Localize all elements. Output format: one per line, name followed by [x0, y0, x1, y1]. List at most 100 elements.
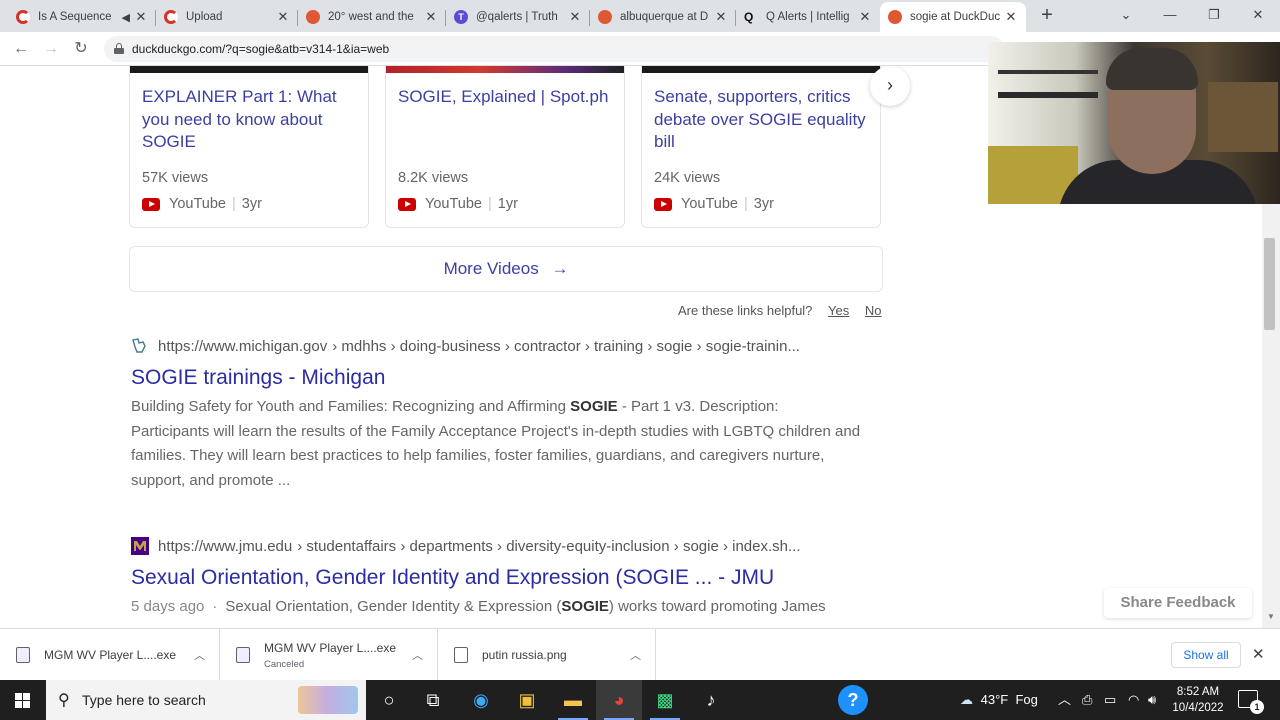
tab[interactable]: 20° west and the ✕	[298, 2, 446, 32]
forward-arrow-icon[interactable]: →	[38, 36, 64, 62]
tiktok-icon[interactable]: ♪	[688, 680, 734, 720]
file-explorer-icon[interactable]: ▬	[550, 680, 596, 720]
result-title-link[interactable]: Sexual Orientation, Gender Identity and …	[131, 566, 891, 590]
video-title[interactable]: EXPLAINER Part 1: What you need to know …	[142, 86, 360, 154]
close-icon[interactable]: ✕	[568, 9, 582, 25]
video-card[interactable]: Senate, supporters, critics debate over …	[641, 66, 881, 228]
video-age: 3yr	[241, 196, 262, 212]
restore-icon[interactable]: ❐	[1192, 0, 1236, 30]
video-thumbnail[interactable]	[130, 66, 368, 73]
video-card[interactable]: SOGIE, Explained | Spot.ph 8.2K views Yo…	[385, 66, 625, 228]
help-icon[interactable]: ?	[830, 680, 876, 720]
clock-date: 10/4/2022	[1172, 702, 1224, 714]
weather-widget[interactable]: ☁ 43°F Fog	[960, 680, 1038, 720]
download-filename: MGM WV Player L....exe	[44, 648, 177, 662]
start-button[interactable]	[0, 680, 46, 720]
jmu-icon	[131, 537, 149, 555]
speaker-muted-icon[interactable]: ◀︎	[122, 11, 130, 24]
tab[interactable]: Upload ✕	[156, 2, 298, 32]
close-icon[interactable]: ✕	[858, 9, 872, 25]
video-thumbnail[interactable]	[386, 66, 624, 73]
video-title[interactable]: Senate, supporters, critics debate over …	[654, 86, 872, 154]
download-filename: MGM WV Player L....exe	[264, 640, 397, 655]
close-icon[interactable]: ✕	[424, 9, 438, 25]
youtube-icon	[654, 197, 672, 211]
network-device-icon[interactable]: ⎙	[1082, 680, 1092, 720]
task-view-icon[interactable]: ⧉	[410, 680, 456, 720]
helpful-no-link[interactable]: No	[865, 303, 882, 318]
notification-count: 1	[1250, 700, 1264, 714]
tab[interactable]: Q Q Alerts | Intellig ✕	[736, 2, 880, 32]
close-icon[interactable]: ✕	[1004, 9, 1018, 25]
window-close-icon[interactable]: ✕	[1236, 0, 1280, 30]
chevron-up-icon[interactable]: ︿	[194, 647, 205, 663]
download-item[interactable]: putin russia.png ︿	[438, 629, 656, 681]
tab[interactable]: T @qalerts | Truth ✕	[446, 2, 590, 32]
new-tab-button[interactable]: +	[1036, 4, 1058, 26]
tab-title: sogie at DuckDuc	[910, 11, 1000, 23]
chevron-up-icon[interactable]: ︿	[630, 647, 641, 663]
share-feedback-button[interactable]: Share Feedback	[1104, 588, 1252, 618]
download-item[interactable]: MGM WV Player L....exe ︿	[0, 629, 220, 681]
chrome-icon[interactable]: ◕	[596, 680, 642, 720]
tray-overflow-icon[interactable]: ︿	[1058, 680, 1071, 720]
wifi-icon[interactable]: ◠	[1128, 680, 1139, 720]
result-domain: https://www.jmu.edu	[158, 537, 293, 555]
edge-icon[interactable]: ◉	[458, 680, 504, 720]
video-age: 3yr	[753, 196, 774, 212]
result-url[interactable]: https://www.jmu.edu › studentaffairs › d…	[131, 536, 891, 556]
reload-icon[interactable]: ↻	[68, 36, 94, 62]
q-icon: Q	[744, 10, 754, 24]
video-card[interactable]: EXPLAINER Part 1: What you need to know …	[129, 66, 369, 228]
download-filename: putin russia.png	[482, 648, 567, 662]
cloud-icon: ☁	[960, 692, 973, 707]
taskbar-search-box[interactable]: ⚲ Type here to search	[46, 680, 366, 720]
minimize-icon[interactable]: —	[1148, 0, 1192, 30]
carousel-next-button[interactable]: ›	[870, 66, 910, 106]
youtube-icon	[142, 197, 160, 211]
android-app-icon[interactable]: ▩	[642, 680, 688, 720]
cortana-icon[interactable]: ○	[366, 680, 412, 720]
video-views: 8.2K views	[398, 170, 469, 186]
system-clock[interactable]: 8:52 AM 10/4/2022	[1170, 684, 1226, 716]
tab[interactable]: albuquerque at D ✕	[590, 2, 736, 32]
store-icon[interactable]: ▣	[504, 680, 550, 720]
battery-icon[interactable]: ▭	[1104, 680, 1116, 720]
address-bar[interactable]: duckduckgo.com/?q=sogie&atb=v314-1&ia=we…	[104, 36, 1004, 62]
download-item[interactable]: MGM WV Player L....exe Canceled ︿	[220, 629, 438, 681]
lock-icon[interactable]	[114, 43, 124, 54]
video-thumbnail[interactable]	[642, 66, 880, 73]
video-title[interactable]: SOGIE, Explained | Spot.ph	[398, 86, 616, 109]
duckduckgo-icon	[598, 10, 612, 24]
c-icon	[164, 10, 178, 24]
video-source: YouTube | 1yr	[398, 196, 518, 212]
close-icon[interactable]: ✕	[276, 9, 290, 25]
scrollbar-thumb[interactable]	[1264, 238, 1275, 330]
scroll-down-arrow-icon[interactable]: ▼	[1262, 612, 1280, 626]
more-videos-label: More Videos	[443, 259, 539, 278]
result-title-link[interactable]: SOGIE trainings - Michigan	[131, 366, 891, 390]
result-url[interactable]: https://www.michigan.gov › mdhhs › doing…	[131, 336, 891, 356]
close-icon[interactable]: ✕	[714, 9, 728, 25]
close-icon[interactable]: ✕	[1252, 645, 1265, 663]
tab-active[interactable]: sogie at DuckDuc ✕	[880, 2, 1026, 32]
back-arrow-icon[interactable]: ←	[8, 36, 34, 62]
search-highlight-image	[298, 686, 358, 714]
tab[interactable]: Is A Sequence ◀︎ ✕	[8, 2, 156, 32]
volume-icon[interactable]: 🔊︎	[1148, 680, 1156, 720]
c-icon	[16, 10, 30, 24]
show-all-downloads-button[interactable]: Show all	[1171, 642, 1241, 668]
tab-title: Is A Sequence	[38, 11, 112, 23]
result-breadcrumb: › mdhhs › doing-business › contractor › …	[332, 337, 800, 355]
tab-title: 20° west and the	[328, 11, 414, 23]
helpful-yes-link[interactable]: Yes	[828, 303, 849, 318]
more-videos-button[interactable]: More Videos →	[129, 246, 883, 292]
exe-file-icon	[236, 647, 250, 663]
scrollbar[interactable]	[1262, 138, 1280, 628]
close-icon[interactable]: ✕	[134, 9, 148, 25]
chevron-up-icon[interactable]: ︿	[412, 647, 423, 663]
result-snippet: 5 days ago · Sexual Orientation, Gender Id…	[131, 598, 826, 615]
download-status: Canceled	[264, 658, 305, 670]
search-result: https://www.jmu.edu › studentaffairs › d…	[131, 536, 891, 620]
tab-search-icon[interactable]: ⌄	[1104, 0, 1148, 30]
